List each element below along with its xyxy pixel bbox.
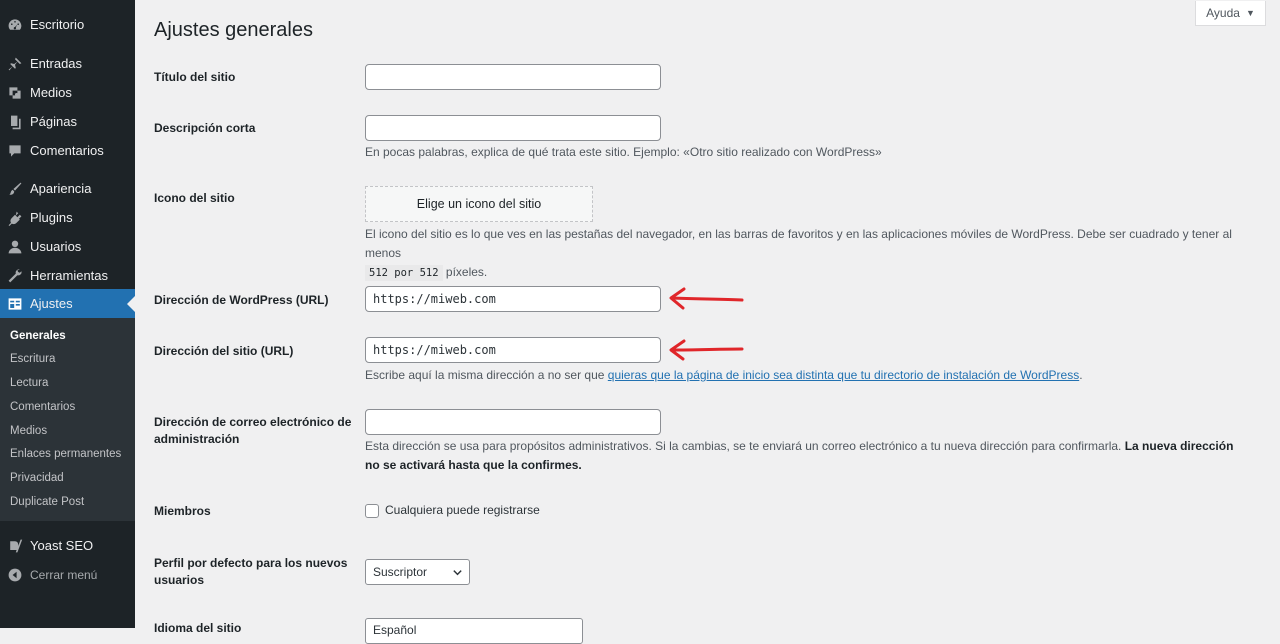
submenu-item-comentarios[interactable]: Comentarios: [10, 401, 75, 413]
anyone-can-register-checkbox[interactable]: [365, 504, 379, 518]
menu-label: Entradas: [30, 56, 83, 71]
menu-label: Apariencia: [30, 181, 92, 196]
default-role-select[interactable]: Suscriptor: [365, 559, 470, 585]
tagline-input[interactable]: [365, 115, 661, 141]
menu-label: Páginas: [30, 114, 77, 129]
admin-email-description: Esta dirección se usa para propósitos ad…: [365, 437, 1245, 475]
wordpress-url-label: Dirección de WordPress (URL): [154, 293, 329, 307]
menu-label: Medios: [30, 85, 72, 100]
brush-icon: [0, 181, 30, 197]
comment-icon: [0, 143, 30, 159]
menu-item-escritorio[interactable]: Escritorio: [0, 10, 135, 39]
menu-item-apariencia[interactable]: Apariencia: [0, 174, 135, 203]
members-label: Miembros: [154, 504, 211, 518]
anyone-can-register-label[interactable]: Cualquiera puede registrarse: [385, 503, 540, 517]
collapse-menu-button[interactable]: Cerrar menú: [0, 560, 135, 589]
collapse-icon: [0, 567, 30, 583]
menu-label: Yoast SEO: [30, 538, 94, 553]
site-icon-description-text: El icono del sitio es lo que ves en las …: [365, 227, 1232, 260]
yoast-icon: [0, 538, 30, 554]
site-icon-label: Icono del sitio: [154, 191, 235, 205]
submenu-item-privacidad[interactable]: Privacidad: [10, 472, 64, 484]
settings-submenu: Generales Escritura Lectura Comentarios …: [0, 318, 135, 521]
site-language-select[interactable]: Español: [365, 618, 583, 644]
admin-sidebar: Escritorio Entradas Medios Páginas Comen…: [0, 0, 135, 628]
wordpress-url-input[interactable]: [365, 286, 661, 312]
site-title-label: Título del sitio: [154, 70, 236, 84]
chevron-down-icon: ▼: [1245, 8, 1255, 18]
site-url-description-end: .: [1079, 368, 1083, 382]
help-button[interactable]: Ayuda ▼: [1195, 1, 1266, 26]
admin-email-label: Dirección de correo electrónico de admin…: [154, 415, 352, 446]
red-arrow-annotation: [669, 339, 744, 361]
menu-item-usuarios[interactable]: Usuarios: [0, 232, 135, 261]
menu-label: Comentarios: [30, 143, 104, 158]
menu-item-yoast-seo[interactable]: Yoast SEO: [0, 531, 135, 560]
admin-email-description-text: Esta dirección se usa para propósitos ad…: [365, 439, 1122, 453]
site-url-label: Dirección del sitio (URL): [154, 344, 294, 358]
chevron-down-icon: [453, 570, 462, 576]
menu-item-comentarios[interactable]: Comentarios: [0, 136, 135, 165]
dashboard-icon: [0, 17, 30, 33]
menu-label: Escritorio: [30, 17, 85, 32]
site-url-input[interactable]: [365, 337, 661, 363]
plugin-icon: [0, 210, 30, 226]
menu-item-ajustes[interactable]: Ajustes: [0, 289, 135, 318]
site-title-input[interactable]: [365, 64, 661, 90]
site-icon-description-end: píxeles.: [445, 265, 488, 279]
submenu-item-duplicate-post[interactable]: Duplicate Post: [10, 496, 84, 508]
page-title: Ajustes generales: [154, 19, 313, 41]
menu-label: Usuarios: [30, 239, 82, 254]
default-role-label: Perfil por defecto para los nuevos usuar…: [154, 556, 348, 587]
menu-label: Plugins: [30, 210, 73, 225]
site-icon-description: El icono del sitio es lo que ves en las …: [365, 225, 1245, 283]
submenu-item-medios[interactable]: Medios: [10, 425, 47, 437]
settings-icon: [0, 296, 30, 312]
submenu-item-lectura[interactable]: Lectura: [10, 377, 48, 389]
help-label: Ayuda: [1206, 6, 1240, 20]
tagline-label: Descripción corta: [154, 121, 256, 135]
menu-label: Ajustes: [30, 296, 73, 311]
media-icon: [0, 85, 30, 101]
page-icon: [0, 114, 30, 130]
site-url-description-text: Escribe aquí la misma dirección a no ser…: [365, 368, 605, 382]
submenu-item-enlaces-permanentes[interactable]: Enlaces permanentes: [10, 448, 121, 460]
menu-item-plugins[interactable]: Plugins: [0, 203, 135, 232]
red-arrow-annotation: [669, 287, 744, 310]
tagline-description: En pocas palabras, explica de qué trata …: [365, 145, 882, 159]
site-url-description: Escribe aquí la misma dirección a no ser…: [365, 366, 1245, 385]
submenu-item-generales[interactable]: Generales: [10, 330, 66, 342]
menu-label: Herramientas: [30, 268, 109, 283]
menu-item-herramientas[interactable]: Herramientas: [0, 261, 135, 290]
menu-item-entradas[interactable]: Entradas: [0, 49, 135, 78]
admin-email-input[interactable]: [365, 409, 661, 435]
menu-item-paginas[interactable]: Páginas: [0, 107, 135, 136]
submenu-item-escritura[interactable]: Escritura: [10, 353, 55, 365]
pin-icon: [0, 56, 30, 72]
choose-site-icon-button[interactable]: Elige un icono del sitio: [365, 186, 593, 222]
site-language-label: Idioma del sitio: [154, 621, 242, 635]
wrench-icon: [0, 268, 30, 284]
icon-size-code: 512 por 512: [365, 265, 443, 281]
default-role-value: Suscriptor: [373, 565, 428, 579]
collapse-label: Cerrar menú: [30, 567, 98, 582]
user-icon: [0, 239, 30, 255]
install-directory-link[interactable]: quieras que la página de inicio sea dist…: [608, 368, 1079, 382]
active-indicator: [127, 295, 135, 312]
menu-item-medios[interactable]: Medios: [0, 78, 135, 107]
